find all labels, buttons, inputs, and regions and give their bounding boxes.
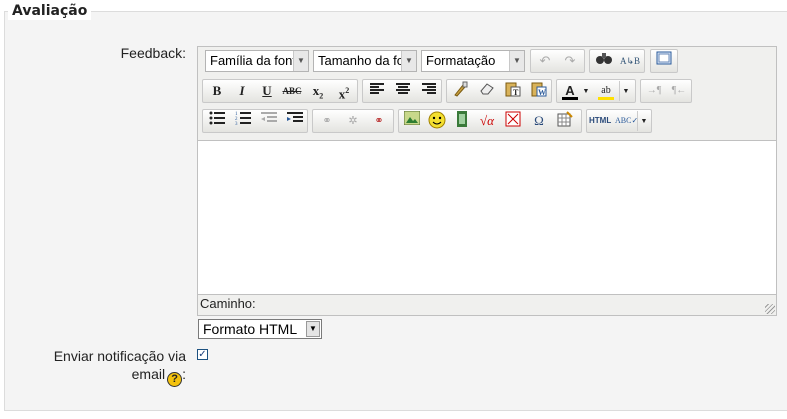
svg-text:3: 3 <box>235 122 238 125</box>
eraser-icon[interactable] <box>476 81 498 101</box>
color-group: A ▼ ab ▼ <box>556 79 636 103</box>
media-icon[interactable] <box>451 111 473 131</box>
chevron-down-icon[interactable]: ▼ <box>637 111 650 131</box>
fullscreen-icon[interactable] <box>653 51 675 71</box>
text-format-dropdown[interactable]: Formato HTML ▼ <box>198 319 322 339</box>
editor-path-label: Caminho: <box>200 296 256 311</box>
section-legend: Avaliação <box>8 2 92 20</box>
ltr-icon[interactable]: →¶ <box>643 81 665 101</box>
indent-icon[interactable] <box>284 111 306 131</box>
text-color-icon[interactable]: A <box>559 81 581 101</box>
html-icon[interactable]: HTML <box>589 111 611 131</box>
chevron-down-icon: ▼ <box>306 321 320 337</box>
image-icon[interactable] <box>401 110 423 131</box>
chevron-down-icon[interactable]: ▼ <box>619 81 632 101</box>
format-select[interactable]: Formatação ▼ <box>421 50 525 72</box>
superscript-icon[interactable]: x2 <box>333 81 355 101</box>
rtl-icon[interactable]: ¶← <box>668 81 690 101</box>
clean-icon[interactable] <box>450 81 472 101</box>
notify-label: Enviar notificação via email?: <box>10 348 186 387</box>
notify-label-suffix: : <box>182 366 186 382</box>
undo-icon[interactable]: ↶ <box>534 51 556 71</box>
bold-icon[interactable]: B <box>206 81 228 101</box>
chevron-down-icon: ▼ <box>509 51 524 71</box>
numbered-list-icon[interactable]: 123 <box>232 111 254 131</box>
bullet-list-icon[interactable] <box>206 111 228 131</box>
code-group: HTML ABC✓ ▼ <box>586 109 652 133</box>
text-style-group: B I U ABC x2 x2 <box>202 79 358 103</box>
underline-icon[interactable]: U <box>256 81 278 101</box>
direction-group: →¶ ¶← <box>640 79 692 103</box>
notify-label-line1: Enviar notificação via <box>53 348 186 364</box>
redo-icon[interactable]: ↷ <box>559 51 581 71</box>
svg-text:W: W <box>538 88 546 97</box>
replace-icon[interactable]: A↳B <box>619 51 641 71</box>
fullscreen-group <box>650 49 678 73</box>
chevron-down-icon: ▼ <box>293 51 308 71</box>
find-icon[interactable] <box>593 51 615 71</box>
feedback-label: Feedback: <box>120 45 186 61</box>
font-family-select[interactable]: Família da font ▼ <box>205 50 309 72</box>
svg-text:T: T <box>513 88 519 97</box>
strikethrough-icon[interactable]: ABC <box>281 81 303 101</box>
search-group: A↳B <box>589 49 645 73</box>
math-icon[interactable]: √α <box>476 111 498 131</box>
italic-icon[interactable]: I <box>231 81 253 101</box>
subscript-icon[interactable]: x2 <box>307 81 329 101</box>
non-breaking-icon[interactable] <box>502 111 524 131</box>
link-group: ⚭ ✲ ⚭ <box>312 109 394 133</box>
align-left-icon[interactable] <box>366 81 388 101</box>
special-char-icon[interactable]: Ω <box>528 111 550 131</box>
anchor-icon[interactable]: ⚭ <box>368 111 390 131</box>
background-color-icon[interactable]: ab <box>595 81 617 101</box>
align-group <box>362 79 442 103</box>
list-group: 123 <box>202 109 308 133</box>
notify-label-line2: email?: <box>10 366 186 387</box>
paste-word-icon[interactable]: W <box>528 81 550 101</box>
font-size-select[interactable]: Tamanho da fo ▼ <box>313 50 417 72</box>
notify-checkbox[interactable]: ✓ <box>197 349 208 360</box>
chevron-down-icon[interactable]: ▼ <box>581 81 591 101</box>
clipboard-group: T W <box>446 79 552 103</box>
help-icon[interactable]: ? <box>167 372 183 387</box>
resize-handle[interactable] <box>765 304 775 314</box>
outdent-icon[interactable] <box>258 111 280 131</box>
editor-content-area[interactable] <box>198 140 776 295</box>
unlink-icon[interactable]: ✲ <box>342 111 364 131</box>
emoticon-icon[interactable] <box>426 111 448 131</box>
table-icon[interactable] <box>554 111 576 131</box>
align-center-icon[interactable] <box>392 81 414 101</box>
notify-label-email: email <box>131 366 166 382</box>
align-right-icon[interactable] <box>418 81 440 101</box>
rich-text-editor: Família da font ▼ Tamanho da fo ▼ Format… <box>197 46 777 316</box>
chevron-down-icon: ▼ <box>401 51 416 71</box>
link-icon[interactable]: ⚭ <box>316 111 338 131</box>
spellcheck-icon[interactable]: ABC✓ <box>615 111 638 131</box>
insert-group: √α Ω <box>398 109 582 133</box>
paste-text-icon[interactable]: T <box>502 81 524 101</box>
history-group: ↶ ↷ <box>530 49 585 73</box>
